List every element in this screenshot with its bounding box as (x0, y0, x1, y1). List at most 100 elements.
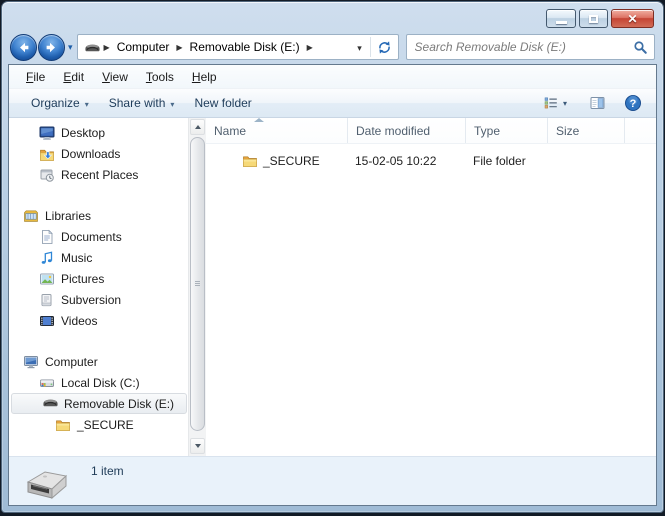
file-name-label: _SECURE (263, 154, 320, 168)
sidebar-item-label: _SECURE (77, 418, 134, 432)
address-dropdown-button[interactable]: ▾ (350, 35, 370, 59)
breadcrumb: ▶Computer▶Removable Disk (E:)▶ (78, 36, 350, 58)
menu-view[interactable]: View (93, 67, 137, 87)
forward-button[interactable] (38, 34, 65, 61)
sidebar-item-recent-places[interactable]: Recent Places (9, 164, 188, 185)
toolbar-buttons: Organize▾Share with▾New folder (21, 92, 262, 114)
help-button[interactable]: ? (620, 91, 646, 115)
file-list: NameDate modifiedTypeSize _SECURE15-02-0… (206, 118, 656, 456)
toolbar-share-with-button[interactable]: Share with▾ (99, 92, 185, 114)
search-input[interactable] (415, 40, 633, 54)
window-controls: ✕ (543, 9, 654, 28)
breadcrumb-removable-disk-e[interactable]: Removable Disk (E:) (186, 36, 304, 58)
sidebar-item-label: Recent Places (61, 168, 138, 182)
main-area: Desktop Downloads Recent Places Libraries Do… (9, 118, 656, 456)
sidebar-item-label: Videos (61, 314, 97, 328)
close-icon: ✕ (627, 13, 637, 25)
sidebar-item-local-disk-c[interactable]: Local Disk (C:) (9, 372, 188, 393)
scroll-up-button[interactable] (190, 119, 205, 135)
column-header-name[interactable]: Name (206, 118, 348, 143)
pictures-icon (39, 271, 55, 287)
column-headers: NameDate modifiedTypeSize (206, 118, 656, 144)
sidebar-item-subversion[interactable]: Subversion (9, 289, 188, 310)
menu-file[interactable]: File (17, 67, 54, 87)
chevron-right-icon: ▶ (173, 43, 185, 52)
desktop-icon (39, 125, 55, 141)
tree-section: Libraries Documents Music Pictures Subversio… (9, 205, 188, 331)
views-icon (543, 95, 559, 111)
folder-icon (55, 417, 71, 433)
maximize-icon (589, 15, 598, 23)
maximize-button[interactable] (579, 9, 608, 28)
sidebar-item-label: Pictures (61, 272, 104, 286)
views-button[interactable]: ▾ (539, 92, 571, 114)
history-dropdown-button[interactable]: ▾ (68, 42, 73, 53)
chevron-down-icon: ▾ (563, 99, 567, 108)
file-rows: _SECURE15-02-05 10:22File folder (206, 144, 656, 456)
preview-pane-button[interactable] (585, 92, 610, 114)
minimize-icon (556, 21, 567, 24)
sidebar-item-label: Documents (61, 230, 122, 244)
chevron-right-icon: ▶ (304, 43, 316, 52)
chevron-right-icon: ▶ (101, 43, 113, 52)
sidebar-scrollbar[interactable] (188, 118, 206, 456)
breadcrumb-computer[interactable]: Computer (113, 36, 174, 58)
sidebar-item-music[interactable]: Music (9, 247, 188, 268)
column-header-size[interactable]: Size (548, 118, 625, 143)
sidebar-item-label: Computer (45, 355, 98, 369)
command-toolbar: Organize▾Share with▾New folder ▾ ? (9, 89, 656, 118)
folder-icon (242, 153, 258, 169)
sidebar-item-computer[interactable]: Computer (9, 351, 188, 372)
back-button[interactable] (10, 34, 37, 61)
menu-edit[interactable]: Edit (54, 67, 93, 87)
column-header-type[interactable]: Type (466, 118, 548, 143)
sidebar-item-label: Subversion (61, 293, 121, 307)
scroll-down-button[interactable] (190, 438, 205, 454)
chevron-down-icon: ▾ (170, 100, 174, 109)
sidebar-item-label: Libraries (45, 209, 91, 223)
close-button[interactable]: ✕ (611, 9, 654, 28)
sidebar-item-label: Local Disk (C:) (61, 376, 140, 390)
menu-tools[interactable]: Tools (137, 67, 183, 87)
navigation-bar: ▾ ▶Computer▶Removable Disk (E:)▶ ▾ (10, 33, 655, 61)
sidebar-item-documents[interactable]: Documents (9, 226, 188, 247)
scrollbar-thumb[interactable] (190, 137, 205, 431)
type-cell: File folder (466, 154, 548, 168)
sidebar-item-removable-disk-e[interactable]: Removable Disk (E:) (11, 393, 187, 414)
toolbar-organize-button[interactable]: Organize▾ (21, 92, 99, 114)
menu-bar: FileEditViewToolsHelp (9, 65, 656, 89)
libraries-icon (23, 208, 39, 224)
computer-icon (23, 354, 39, 370)
file-row-secure[interactable]: _SECURE15-02-05 10:22File folder (206, 150, 656, 172)
sidebar-item-secure[interactable]: _SECURE (9, 414, 188, 435)
documents-icon (39, 229, 55, 245)
address-bar[interactable]: ▶Computer▶Removable Disk (E:)▶ ▾ (77, 34, 399, 60)
sidebar-item-label: Removable Disk (E:) (64, 397, 174, 411)
refresh-button[interactable] (371, 35, 398, 59)
downloads-icon (39, 146, 55, 162)
toolbar-new-folder-button[interactable]: New folder (184, 92, 261, 114)
magnifier-icon[interactable] (633, 40, 648, 55)
sidebar-item-videos[interactable]: Videos (9, 310, 188, 331)
column-header-filler (625, 118, 656, 143)
removable-drive-large-icon (23, 468, 71, 502)
toolbar-right: ▾ ? (539, 91, 646, 115)
help-icon: ? (624, 94, 642, 112)
removable-drive-icon (84, 41, 101, 54)
sidebar-item-libraries[interactable]: Libraries (9, 205, 188, 226)
column-header-date-modified[interactable]: Date modified (348, 118, 466, 143)
sidebar-item-desktop[interactable]: Desktop (9, 122, 188, 143)
tree-section: Computer Local Disk (C:) Removable Disk (E… (9, 351, 188, 435)
sidebar-item-label: Downloads (61, 147, 120, 161)
sidebar-item-downloads[interactable]: Downloads (9, 143, 188, 164)
sidebar-item-pictures[interactable]: Pictures (9, 268, 188, 289)
menu-help[interactable]: Help (183, 67, 226, 87)
sidebar-item-label: Desktop (61, 126, 105, 140)
videos-icon (39, 313, 55, 329)
refresh-icon (377, 40, 392, 55)
local-disk-icon (39, 375, 55, 391)
window-frame: ✕ ▾ ▶Computer▶Removable Disk (E:)▶ ▾ Fil… (1, 1, 664, 513)
sidebar-item-label: Music (61, 251, 92, 265)
minimize-button[interactable] (546, 9, 576, 28)
file-name-cell: _SECURE (206, 153, 348, 169)
